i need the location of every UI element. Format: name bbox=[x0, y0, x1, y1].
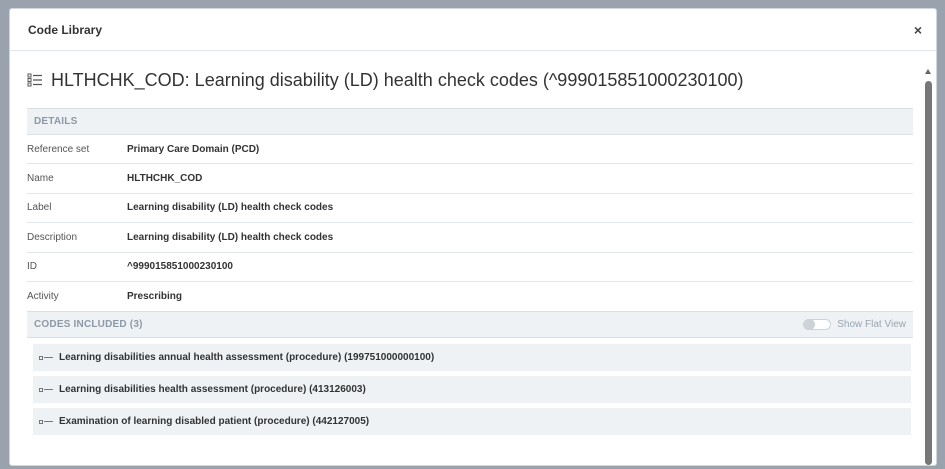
detail-key: Name bbox=[27, 173, 54, 185]
detail-value: Learning disability (LD) health check co… bbox=[127, 202, 334, 214]
modal-header: Code Library × bbox=[10, 9, 936, 51]
detail-value: Prescribing bbox=[127, 291, 183, 303]
vertical-scrollbar[interactable] bbox=[925, 69, 932, 465]
code-label: Examination of learning disabled patient… bbox=[59, 416, 370, 428]
detail-row-id: ID ^999015851000230100 bbox=[27, 253, 913, 282]
tree-node-icon bbox=[39, 419, 53, 424]
code-label: Learning disabilities health assessment … bbox=[59, 384, 366, 396]
detail-key: Activity bbox=[27, 291, 59, 303]
codes-list: Learning disabilities annual health asse… bbox=[27, 338, 913, 436]
scroll-content: HLTHCHK_COD: Learning disability (LD) he… bbox=[27, 52, 913, 465]
codes-section-header: CODES INCLUDED (3) Show Flat View bbox=[27, 311, 913, 339]
details-section-label: DETAILS bbox=[34, 116, 78, 127]
detail-key: ID bbox=[27, 261, 37, 273]
code-label: Learning disabilities annual health asse… bbox=[59, 352, 435, 364]
code-item[interactable]: Examination of learning disabled patient… bbox=[33, 408, 911, 436]
detail-row-label: Label Learning disability (LD) health ch… bbox=[27, 194, 913, 224]
concept-title: HLTHCHK_COD: Learning disability (LD) he… bbox=[51, 69, 744, 90]
detail-key: Description bbox=[27, 231, 78, 243]
detail-row-description: Description Learning disability (LD) hea… bbox=[27, 223, 913, 253]
list-icon bbox=[27, 73, 43, 87]
modal-body: HLTHCHK_COD: Learning disability (LD) he… bbox=[10, 52, 936, 465]
code-item[interactable]: Learning disabilities annual health asse… bbox=[33, 344, 911, 372]
code-item[interactable]: Learning disabilities health assessment … bbox=[33, 376, 911, 404]
detail-key: Reference set bbox=[27, 143, 90, 155]
scrollbar-thumb[interactable] bbox=[925, 81, 932, 465]
codes-section: CODES INCLUDED (3) Show Flat View Learni… bbox=[27, 311, 913, 436]
detail-value: ^999015851000230100 bbox=[127, 261, 233, 273]
detail-row-reference-set: Reference set Primary Care Domain (PCD) bbox=[27, 135, 913, 165]
tree-node-icon bbox=[39, 355, 53, 360]
detail-value: Learning disability (LD) health check co… bbox=[127, 231, 334, 243]
details-table: Reference set Primary Care Domain (PCD) … bbox=[27, 135, 913, 311]
toggle-knob bbox=[804, 319, 816, 331]
flat-view-toggle-wrap: Show Flat View bbox=[803, 319, 906, 331]
detail-value: Primary Care Domain (PCD) bbox=[127, 143, 260, 155]
tree-node-icon bbox=[39, 387, 53, 392]
detail-key: Label bbox=[27, 202, 52, 214]
codes-section-label: CODES INCLUDED (3) bbox=[34, 319, 143, 331]
detail-row-name: Name HLTHCHK_COD bbox=[27, 164, 913, 194]
code-library-modal: Code Library × HLTHCHK_COD: Learning dis… bbox=[9, 8, 937, 466]
flat-view-label[interactable]: Show Flat View bbox=[837, 319, 906, 330]
close-button[interactable]: × bbox=[910, 22, 926, 38]
details-section-header: DETAILS bbox=[27, 108, 913, 135]
modal-title: Code Library bbox=[28, 22, 103, 37]
detail-row-activity: Activity Prescribing bbox=[27, 282, 913, 311]
flat-view-toggle[interactable] bbox=[803, 319, 832, 331]
concept-heading: HLTHCHK_COD: Learning disability (LD) he… bbox=[27, 52, 913, 108]
detail-value: HLTHCHK_COD bbox=[127, 173, 203, 185]
triangle-up-icon[interactable] bbox=[925, 69, 931, 74]
